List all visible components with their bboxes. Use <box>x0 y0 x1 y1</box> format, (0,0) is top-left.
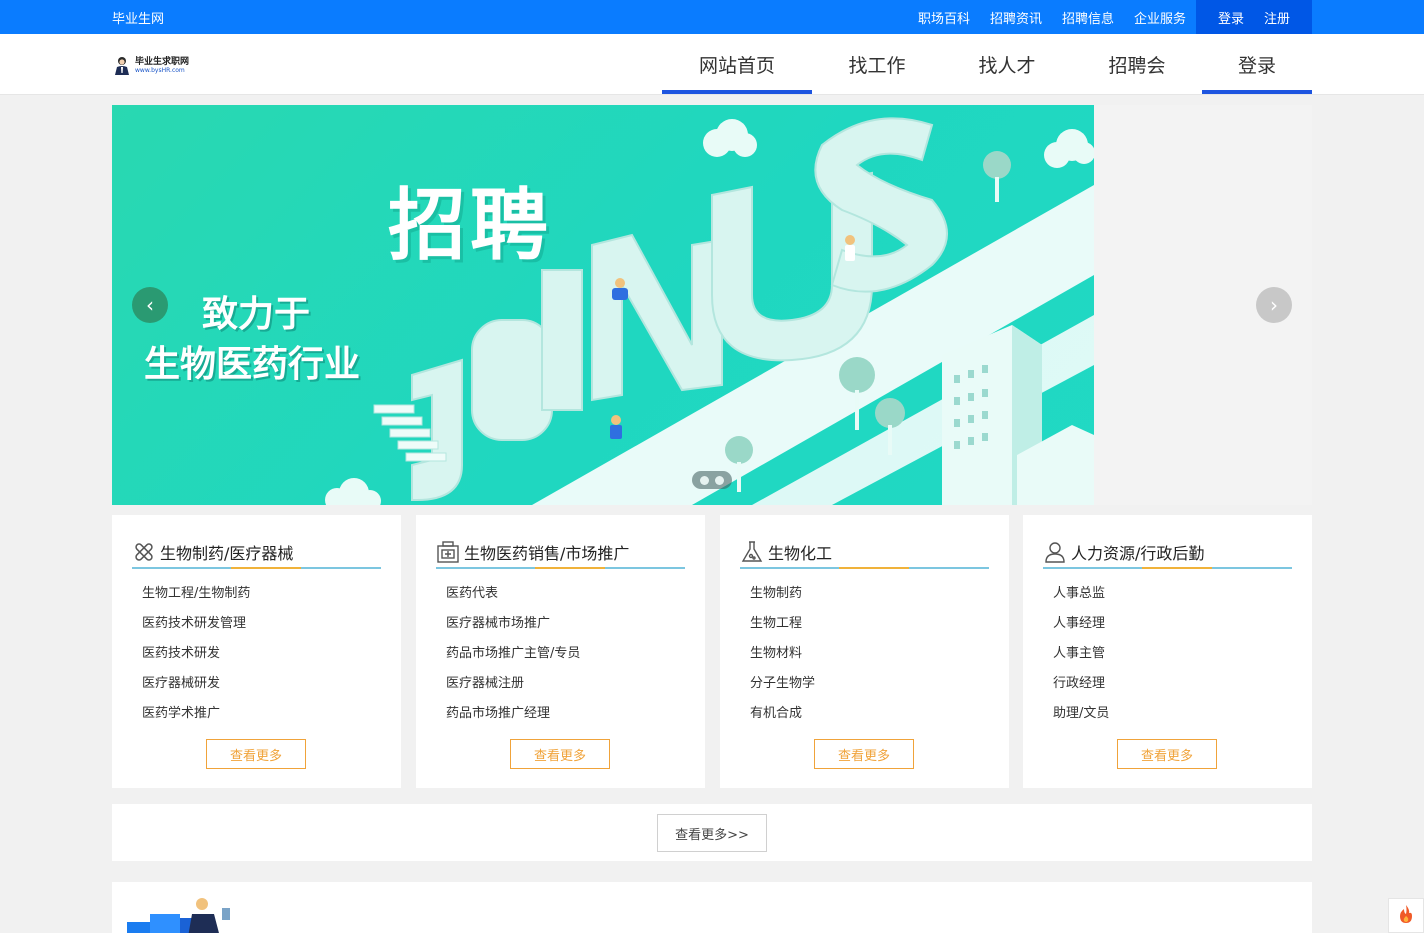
banner-title: 招聘 <box>388 181 553 271</box>
banner-carousel: 招聘 致力于 生物医药行业 ‹ › <box>112 105 1312 505</box>
category-title: 生物制药/医疗器械 <box>160 543 294 563</box>
logo-domain: www.bysHR.com <box>135 66 185 74</box>
banner-image[interactable]: 招聘 致力于 生物医药行业 <box>112 105 1094 505</box>
carousel-prev-button[interactable]: ‹ <box>132 287 168 323</box>
category-card-sales: 生物医药销售/市场推广 医药代表 医疗器械市场推广 药品市场推广主管/专员 医疗… <box>416 515 705 788</box>
top-link-enterprise-service[interactable]: 企业服务 <box>1134 8 1186 27</box>
list-item[interactable]: 生物工程 <box>750 613 815 643</box>
carousel-indicators <box>692 471 732 489</box>
carousel-dot-1[interactable] <box>700 475 709 485</box>
auth-box: 登录 注册 <box>1196 0 1312 34</box>
view-more-button[interactable]: 查看更多 <box>1117 739 1217 769</box>
list-item[interactable]: 医药技术研发 <box>142 643 250 673</box>
carousel-dot-2[interactable] <box>715 475 724 485</box>
banner-subtitle-line1: 致力于 <box>202 294 311 335</box>
view-all-button[interactable]: 查看更多>> <box>657 814 767 852</box>
top-register-link[interactable]: 注册 <box>1264 8 1290 27</box>
top-link-recruit-info[interactable]: 招聘信息 <box>1062 8 1114 27</box>
list-item[interactable]: 人事经理 <box>1053 613 1109 643</box>
view-more-button[interactable]: 查看更多 <box>510 739 610 769</box>
list-item[interactable]: 助理/文员 <box>1053 703 1109 733</box>
list-item[interactable]: 行政经理 <box>1053 673 1109 703</box>
list-item[interactable]: 医药技术研发管理 <box>142 613 250 643</box>
category-divider <box>1043 567 1292 569</box>
main-nav: 网站首页 找工作 找人才 招聘会 登录 <box>662 34 1312 94</box>
view-more-button[interactable]: 查看更多 <box>206 739 306 769</box>
user-icon <box>1043 540 1067 564</box>
nav-find-job[interactable]: 找工作 <box>812 34 942 94</box>
category-card-biochem: 生物化工 生物制药 生物工程 生物材料 分子生物学 有机合成 查看更多 <box>720 515 1009 788</box>
top-links: 职场百科 招聘资讯 招聘信息 企业服务 <box>918 8 1186 27</box>
category-header[interactable]: 人力资源/行政后勤 <box>1043 535 1292 568</box>
list-item[interactable]: 人事主管 <box>1053 643 1109 673</box>
category-header[interactable]: 生物医药销售/市场推广 <box>436 535 685 568</box>
list-item[interactable]: 医药代表 <box>446 583 580 613</box>
medicine-box-icon <box>436 540 460 564</box>
list-item[interactable]: 药品市场推广经理 <box>446 703 580 733</box>
list-item[interactable]: 医药学术推广 <box>142 703 250 733</box>
list-item[interactable]: 生物材料 <box>750 643 815 673</box>
category-list: 生物工程/生物制药 医药技术研发管理 医药技术研发 医疗器械研发 医药学术推广 <box>142 583 250 733</box>
chevron-left-icon: ‹ <box>146 293 154 317</box>
list-item[interactable]: 医疗器械市场推广 <box>446 613 580 643</box>
main-header: 毕业生求职网 www.bysHR.com 网站首页 找工作 找人才 招聘会 登录 <box>0 34 1424 95</box>
list-item[interactable]: 生物工程/生物制药 <box>142 583 250 613</box>
site-name-link[interactable]: 毕业生网 <box>112 8 164 27</box>
category-list: 生物制药 生物工程 生物材料 分子生物学 有机合成 <box>750 583 815 733</box>
top-login-link[interactable]: 登录 <box>1218 8 1244 27</box>
list-item[interactable]: 生物制药 <box>750 583 815 613</box>
nav-job-fair[interactable]: 招聘会 <box>1072 34 1202 94</box>
floating-hot-button[interactable] <box>1388 898 1424 933</box>
category-title: 人力资源/行政后勤 <box>1071 543 1205 563</box>
category-list: 医药代表 医疗器械市场推广 药品市场推广主管/专员 医疗器械注册 药品市场推广经… <box>446 583 580 733</box>
top-link-career-wiki[interactable]: 职场百科 <box>918 8 970 27</box>
list-item[interactable]: 分子生物学 <box>750 673 815 703</box>
logo-figure-icon <box>112 55 132 75</box>
category-list: 人事总监 人事经理 人事主管 行政经理 助理/文员 <box>1053 583 1109 733</box>
banner-subtitle-line2: 生物医药行业 <box>144 344 361 385</box>
list-item[interactable]: 人事总监 <box>1053 583 1109 613</box>
medical-cross-icon <box>132 540 156 564</box>
nav-home[interactable]: 网站首页 <box>662 34 812 94</box>
list-item[interactable]: 有机合成 <box>750 703 815 733</box>
category-card-hr: 人力资源/行政后勤 人事总监 人事经理 人事主管 行政经理 助理/文员 查看更多 <box>1023 515 1312 788</box>
view-all-bar: 查看更多>> <box>112 804 1312 861</box>
nav-find-talent[interactable]: 找人才 <box>942 34 1072 94</box>
category-card-biopharma: 生物制药/医疗器械 生物工程/生物制药 医药技术研发管理 医药技术研发 医疗器械… <box>112 515 401 788</box>
logo-name: 毕业生求职网 <box>135 56 190 67</box>
view-more-button[interactable]: 查看更多 <box>814 739 914 769</box>
top-bar: 毕业生网 职场百科 招聘资讯 招聘信息 企业服务 登录 注册 <box>0 0 1424 34</box>
fire-icon <box>1398 904 1414 928</box>
category-title: 生物化工 <box>768 543 833 563</box>
bottom-section <box>112 882 1312 933</box>
list-item[interactable]: 医疗器械研发 <box>142 673 250 703</box>
category-header[interactable]: 生物化工 <box>740 535 989 568</box>
business-illustration-icon <box>127 898 230 933</box>
category-divider <box>740 567 989 569</box>
site-logo[interactable]: 毕业生求职网 www.bysHR.com <box>112 55 189 75</box>
list-item[interactable]: 药品市场推广主管/专员 <box>446 643 580 673</box>
top-link-recruit-news[interactable]: 招聘资讯 <box>990 8 1042 27</box>
category-header[interactable]: 生物制药/医疗器械 <box>132 535 381 568</box>
flask-icon <box>740 540 764 564</box>
nav-login[interactable]: 登录 <box>1202 34 1312 94</box>
category-divider <box>436 567 685 569</box>
carousel-next-button[interactable]: › <box>1256 287 1292 323</box>
category-title: 生物医药销售/市场推广 <box>464 543 630 563</box>
category-divider <box>132 567 381 569</box>
chevron-right-icon: › <box>1270 293 1278 317</box>
list-item[interactable]: 医疗器械注册 <box>446 673 580 703</box>
